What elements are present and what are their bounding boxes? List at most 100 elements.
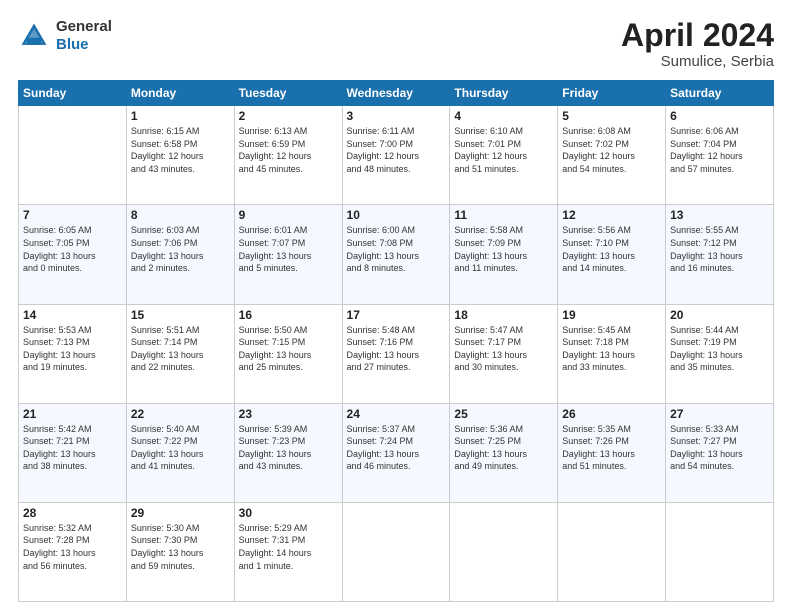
day-number: 2 — [239, 109, 338, 123]
logo: General Blue — [18, 18, 112, 54]
day-number: 4 — [454, 109, 553, 123]
day-info: Sunrise: 5:50 AM Sunset: 7:15 PM Dayligh… — [239, 324, 338, 374]
day-cell: 27 Sunrise: 5:33 AM Sunset: 7:27 PM Dayli… — [666, 403, 774, 502]
header: General Blue April 2024 Sumulice, Serbia — [18, 18, 774, 70]
day-number: 17 — [347, 308, 446, 322]
day-info: Sunrise: 5:30 AM Sunset: 7:30 PM Dayligh… — [131, 522, 230, 572]
day-number: 7 — [23, 208, 122, 222]
title-block: April 2024 Sumulice, Serbia — [621, 18, 774, 70]
day-cell: 15Sunrise: 5:51 AM Sunset: 7:14 PM Dayli… — [126, 304, 234, 403]
day-info: Sunrise: 6:15 AM Sunset: 6:58 PM Dayligh… — [131, 125, 230, 175]
logo-general-text: General — [56, 18, 112, 35]
day-info: Sunrise: 5:56 AM Sunset: 7:10 PM Dayligh… — [562, 224, 661, 274]
day-number: 24 — [347, 407, 446, 421]
day-info: Sunrise: 5:42 AM Sunset: 7:21 PM Dayligh… — [23, 423, 122, 473]
col-friday: Friday — [558, 81, 666, 106]
day-number: 19 — [562, 308, 661, 322]
day-cell: 23 Sunrise: 5:39 AM Sunset: 7:23 PM Dayli… — [234, 403, 342, 502]
day-info: Sunrise: 5:55 AM Sunset: 7:12 PM Dayligh… — [670, 224, 769, 274]
col-monday: Monday — [126, 81, 234, 106]
day-cell: 3 Sunrise: 6:11 AM Sunset: 7:00 PM Daylig… — [342, 106, 450, 205]
day-number: 18 — [454, 308, 553, 322]
day-number: 16 — [239, 308, 338, 322]
day-number: 21 — [23, 407, 122, 421]
day-info: Sunrise: 5:35 AM Sunset: 7:26 PM Dayligh… — [562, 423, 661, 473]
day-number: 11 — [454, 208, 553, 222]
day-info: Sunrise: 6:10 AM Sunset: 7:01 PM Dayligh… — [454, 125, 553, 175]
day-cell: 18 Sunrise: 5:47 AM Sunset: 7:17 PM Dayli… — [450, 304, 558, 403]
day-cell: 14 Sunrise: 5:53 AM Sunset: 7:13 PM Dayli… — [19, 304, 127, 403]
day-info: Sunrise: 6:11 AM Sunset: 7:00 PM Dayligh… — [347, 125, 446, 175]
day-cell: 16 Sunrise: 5:50 AM Sunset: 7:15 PM Dayli… — [234, 304, 342, 403]
day-info: Sunrise: 5:29 AM Sunset: 7:31 PM Dayligh… — [239, 522, 338, 572]
day-cell: 30 Sunrise: 5:29 AM Sunset: 7:31 PM Dayli… — [234, 502, 342, 601]
title-location: Sumulice, Serbia — [621, 53, 774, 70]
day-info: Sunrise: 6:03 AM Sunset: 7:06 PM Dayligh… — [131, 224, 230, 274]
day-number: 9 — [239, 208, 338, 222]
day-info: Sunrise: 6:08 AM Sunset: 7:02 PM Dayligh… — [562, 125, 661, 175]
day-number: 29 — [131, 506, 230, 520]
week-row-3: 14 Sunrise: 5:53 AM Sunset: 7:13 PM Dayli… — [19, 304, 774, 403]
day-number: 10 — [347, 208, 446, 222]
day-number: 25 — [454, 407, 553, 421]
day-info: Sunrise: 5:45 AM Sunset: 7:18 PM Dayligh… — [562, 324, 661, 374]
day-number: 23 — [239, 407, 338, 421]
day-number: 6 — [670, 109, 769, 123]
day-cell: 1 Sunrise: 6:15 AM Sunset: 6:58 PM Daylig… — [126, 106, 234, 205]
day-number: 14 — [23, 308, 122, 322]
day-info: Sunrise: 6:06 AM Sunset: 7:04 PM Dayligh… — [670, 125, 769, 175]
day-cell — [19, 106, 127, 205]
day-cell: 25 Sunrise: 5:36 AM Sunset: 7:25 PM Dayli… — [450, 403, 558, 502]
logo-icon — [18, 20, 50, 52]
day-number: 20 — [670, 308, 769, 322]
day-cell: 9 Sunrise: 6:01 AM Sunset: 7:07 PM Daylig… — [234, 205, 342, 304]
day-number: 1 — [131, 109, 230, 123]
day-number: 13 — [670, 208, 769, 222]
day-cell: 4 Sunrise: 6:10 AM Sunset: 7:01 PM Daylig… — [450, 106, 558, 205]
day-cell: 10 Sunrise: 6:00 AM Sunset: 7:08 PM Dayli… — [342, 205, 450, 304]
day-cell: 26Sunrise: 5:35 AM Sunset: 7:26 PM Dayli… — [558, 403, 666, 502]
day-number: 12 — [562, 208, 661, 222]
day-info: Sunrise: 5:40 AM Sunset: 7:22 PM Dayligh… — [131, 423, 230, 473]
col-saturday: Saturday — [666, 81, 774, 106]
day-cell: 12 Sunrise: 5:56 AM Sunset: 7:10 PM Dayli… — [558, 205, 666, 304]
day-info: Sunrise: 5:39 AM Sunset: 7:23 PM Dayligh… — [239, 423, 338, 473]
day-info: Sunrise: 5:47 AM Sunset: 7:17 PM Dayligh… — [454, 324, 553, 374]
day-cell: 29 Sunrise: 5:30 AM Sunset: 7:30 PM Dayli… — [126, 502, 234, 601]
header-row: Sunday Monday Tuesday Wednesday Thursday… — [19, 81, 774, 106]
col-thursday: Thursday — [450, 81, 558, 106]
week-row-5: 28Sunrise: 5:32 AM Sunset: 7:28 PM Dayli… — [19, 502, 774, 601]
day-info: Sunrise: 5:32 AM Sunset: 7:28 PM Dayligh… — [23, 522, 122, 572]
col-tuesday: Tuesday — [234, 81, 342, 106]
day-info: Sunrise: 6:00 AM Sunset: 7:08 PM Dayligh… — [347, 224, 446, 274]
title-month: April 2024 — [621, 18, 774, 53]
day-cell: 8Sunrise: 6:03 AM Sunset: 7:06 PM Daylig… — [126, 205, 234, 304]
day-info: Sunrise: 6:05 AM Sunset: 7:05 PM Dayligh… — [23, 224, 122, 274]
day-cell — [666, 502, 774, 601]
day-number: 22 — [131, 407, 230, 421]
day-info: Sunrise: 5:33 AM Sunset: 7:27 PM Dayligh… — [670, 423, 769, 473]
day-info: Sunrise: 6:01 AM Sunset: 7:07 PM Dayligh… — [239, 224, 338, 274]
day-info: Sunrise: 5:36 AM Sunset: 7:25 PM Dayligh… — [454, 423, 553, 473]
day-cell: 28Sunrise: 5:32 AM Sunset: 7:28 PM Dayli… — [19, 502, 127, 601]
day-info: Sunrise: 5:58 AM Sunset: 7:09 PM Dayligh… — [454, 224, 553, 274]
day-number: 27 — [670, 407, 769, 421]
week-row-2: 7 Sunrise: 6:05 AM Sunset: 7:05 PM Daylig… — [19, 205, 774, 304]
calendar-table: Sunday Monday Tuesday Wednesday Thursday… — [18, 80, 774, 602]
day-cell — [342, 502, 450, 601]
day-number: 30 — [239, 506, 338, 520]
day-cell: 21 Sunrise: 5:42 AM Sunset: 7:21 PM Dayli… — [19, 403, 127, 502]
day-cell: 2 Sunrise: 6:13 AM Sunset: 6:59 PM Daylig… — [234, 106, 342, 205]
day-number: 3 — [347, 109, 446, 123]
logo-text: General Blue — [56, 18, 112, 54]
day-cell: 17Sunrise: 5:48 AM Sunset: 7:16 PM Dayli… — [342, 304, 450, 403]
day-cell: 24Sunrise: 5:37 AM Sunset: 7:24 PM Dayli… — [342, 403, 450, 502]
col-sunday: Sunday — [19, 81, 127, 106]
day-cell: 11 Sunrise: 5:58 AM Sunset: 7:09 PM Dayli… — [450, 205, 558, 304]
day-info: Sunrise: 5:53 AM Sunset: 7:13 PM Dayligh… — [23, 324, 122, 374]
logo-blue-text: Blue — [56, 36, 89, 53]
week-row-1: 1 Sunrise: 6:15 AM Sunset: 6:58 PM Daylig… — [19, 106, 774, 205]
day-info: Sunrise: 6:13 AM Sunset: 6:59 PM Dayligh… — [239, 125, 338, 175]
day-info: Sunrise: 5:44 AM Sunset: 7:19 PM Dayligh… — [670, 324, 769, 374]
day-number: 5 — [562, 109, 661, 123]
